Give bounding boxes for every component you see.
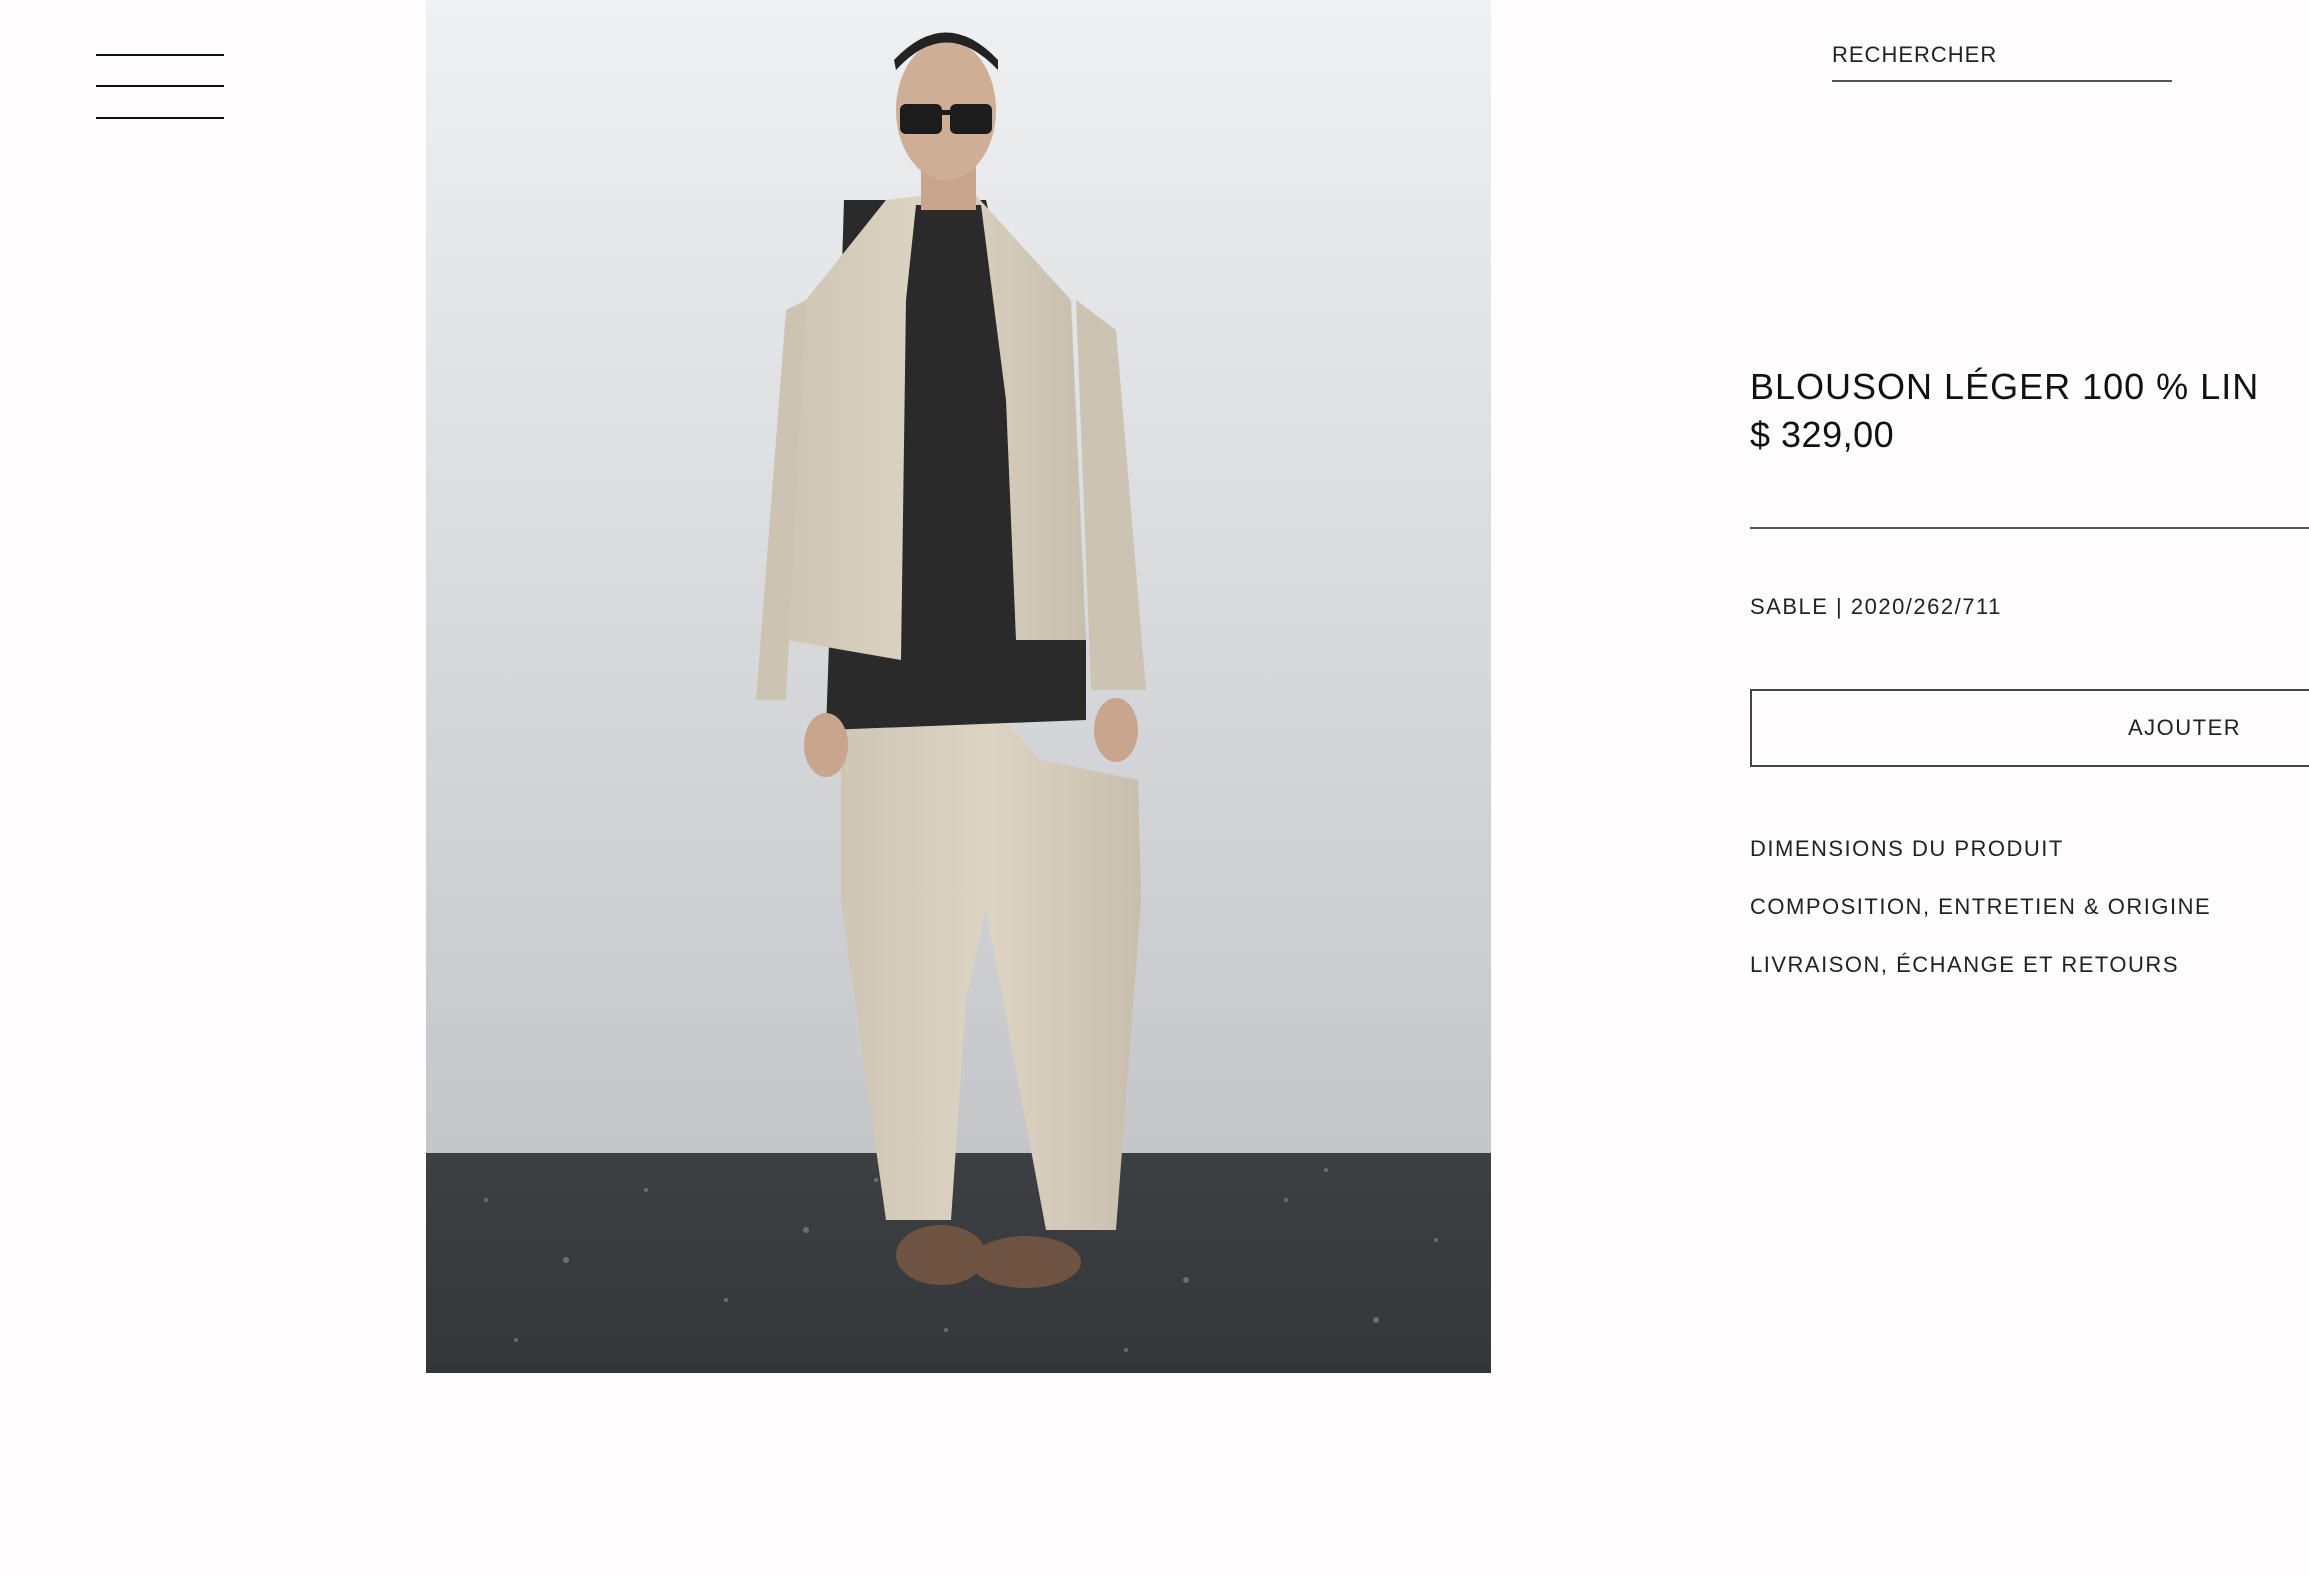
- divider: [1750, 527, 2309, 529]
- product-dimensions-link[interactable]: DIMENSIONS DU PRODUIT: [1750, 836, 2064, 862]
- composition-care-origin-link[interactable]: COMPOSITION, ENTRETIEN & ORIGINE: [1750, 894, 2211, 920]
- menu-icon-line: [96, 85, 224, 87]
- menu-icon-line: [96, 54, 224, 56]
- hamburger-menu-button[interactable]: [96, 54, 224, 122]
- product-photo-illustration: [426, 0, 1491, 1373]
- search-label: RECHERCHER: [1832, 42, 1998, 67]
- product-image[interactable]: [426, 0, 1491, 1373]
- add-to-cart-label: AJOUTER: [2128, 715, 2242, 740]
- menu-icon-line: [96, 117, 224, 119]
- delivery-exchange-returns-link[interactable]: LIVRAISON, ÉCHANGE ET RETOURS: [1750, 952, 2179, 978]
- product-color-reference: SABLE | 2020/262/711: [1750, 594, 2002, 619]
- search-field[interactable]: RECHERCHER: [1832, 40, 2172, 82]
- add-to-cart-button[interactable]: AJOUTER: [1750, 689, 2309, 767]
- product-title: BLOUSON LÉGER 100 % LIN: [1750, 366, 2260, 407]
- product-price: $ 329,00: [1750, 414, 1895, 455]
